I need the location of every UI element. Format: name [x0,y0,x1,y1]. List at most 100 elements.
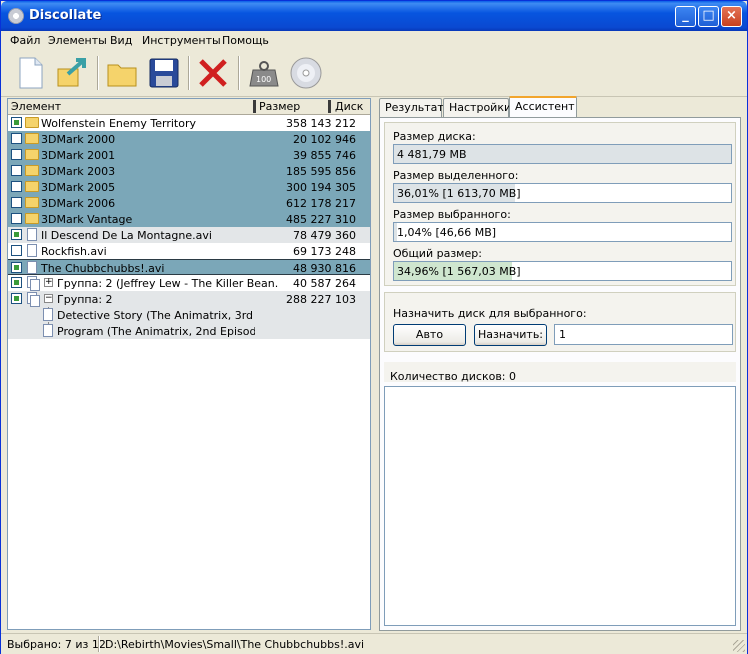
folder-icon [25,213,39,224]
app-window: Discollate _ □ × Файл Элементы Вид Инстр… [0,0,748,654]
column-element[interactable]: Элемент [11,100,61,113]
column-size[interactable]: Размер [259,100,300,113]
chosen-size-label: Размер выбранного: [393,208,511,221]
checkbox[interactable] [11,213,22,224]
minimize-button[interactable]: _ [675,6,696,27]
window-title: Discollate [29,8,102,23]
row-size: 185 595 856 [286,165,356,178]
list-row[interactable]: + Группа: 2 (Jeffrey Lew - The Killer Be… [8,275,370,291]
menu-bar: Файл Элементы Вид Инструменты Помощь [1,31,747,50]
list-header: Элемент Размер Диск [8,99,370,115]
checkbox[interactable] [11,181,22,192]
checkbox[interactable] [11,245,22,256]
list-row[interactable]: Wolfenstein Enemy Territory 358 143 212 [8,115,370,131]
checkbox[interactable] [11,165,22,176]
group-icon [27,292,40,307]
row-size: 358 143 212 [286,117,356,130]
row-size: 20 102 946 [293,133,356,146]
row-size: 485 227 310 [286,213,356,226]
status-selected: Выбрано: 7 из 12 [7,638,106,651]
list-row[interactable]: 3DMark 2003 185 595 856 [8,163,370,179]
checkbox[interactable] [11,293,22,304]
checkbox[interactable] [11,133,22,144]
list-row[interactable]: 3DMark 2006 612 178 217 [8,195,370,211]
disk-count-row: Количество дисков: 0 [384,362,736,383]
menu-tools[interactable]: Инструменты [142,34,221,47]
selected-size-label: Размер выделенного: [393,169,519,182]
folder-icon [25,133,39,144]
row-name: 3DMark Vantage [41,213,133,226]
disk-number-input[interactable]: 1 [554,324,733,345]
list-row[interactable]: 3DMark 2000 20 102 946 [8,131,370,147]
row-name: 3DMark 2006 [41,197,116,210]
list-row[interactable]: 3DMark 2005 300 194 305 [8,179,370,195]
new-file-icon[interactable] [13,56,47,90]
selected-size-bar: 36,01% [1 613,70 MB] [393,183,732,203]
export-icon[interactable] [56,56,90,90]
assign-group: Назначить диск для выбранного: Авто Назн… [384,292,736,352]
assign-button[interactable]: Назначить: [474,324,547,346]
row-name: The Chubbchubbs!.avi [41,262,165,275]
maximize-button[interactable]: □ [698,6,719,27]
disk-size-bar: 4 481,79 MB [393,144,732,164]
element-list[interactable]: Элемент Размер Диск Wolfenstein Enemy Te… [7,98,371,630]
row-name: 3DMark 2001 [41,149,116,162]
list-row-child[interactable]: Program (The Animatrix, 2nd Episode).mc [8,323,370,339]
row-name: 3DMark 2000 [41,133,116,146]
save-icon[interactable] [147,56,181,90]
svg-text:100: 100 [256,75,271,84]
title-bar[interactable]: Discollate _ □ × [1,1,747,31]
resize-grip[interactable] [733,640,745,652]
row-size: 39 855 746 [293,149,356,162]
list-row[interactable]: 3DMark Vantage 485 227 310 [8,211,370,227]
selected-size-value: 36,01% [1 613,70 MB] [397,187,521,200]
tab-result[interactable]: Результат [379,98,444,117]
list-row-child[interactable]: Detective Story (The Animatrix, 3rd Epis… [8,307,370,323]
row-name: Группа: 2 [57,293,113,306]
checkbox[interactable] [11,117,22,128]
checkbox[interactable] [11,277,22,288]
file-icon [27,261,37,274]
tab-settings[interactable]: Настройки [443,98,511,117]
row-name: 3DMark 2005 [41,181,116,194]
checkbox[interactable] [11,149,22,160]
list-row[interactable]: 3DMark 2001 39 855 746 [8,147,370,163]
folder-icon [25,165,39,176]
folder-icon [25,149,39,160]
list-row-current[interactable]: The Chubbchubbs!.avi 48 930 816 [8,259,370,275]
checkbox[interactable] [11,262,22,273]
total-size-value: 34,96% [1 567,03 MB] [397,265,521,278]
disk-list-area[interactable] [384,386,736,626]
row-name: Il Descend De La Montagne.avi [41,229,212,242]
tab-assistant[interactable]: Ассистент [509,96,577,118]
disc-icon[interactable] [289,56,323,90]
row-size: 69 173 248 [293,245,356,258]
checkbox[interactable] [11,229,22,240]
column-disk[interactable]: Диск [335,100,363,113]
checkbox[interactable] [11,197,22,208]
menu-file[interactable]: Файл [10,34,40,47]
expand-toggle[interactable]: + [44,278,53,287]
delete-icon[interactable] [196,56,230,90]
list-row[interactable]: − Группа: 2 288 227 103 [8,291,370,307]
menu-view[interactable]: Вид [110,34,132,47]
open-folder-icon[interactable] [105,56,139,90]
close-button[interactable]: × [721,6,742,27]
row-name: Detective Story (The Animatrix, 3rd Epis… [57,309,255,322]
total-size-bar: 34,96% [1 567,03 MB] [393,261,732,281]
toolbar: 100 [1,50,747,97]
assign-label: Назначить диск для выбранного: [393,307,587,320]
disk-size-label: Размер диска: [393,130,476,143]
weight-icon[interactable]: 100 [247,56,281,90]
group-icon [27,276,40,291]
menu-help[interactable]: Помощь [222,34,269,47]
row-size: 78 479 360 [293,229,356,242]
row-size: 612 178 217 [286,197,356,210]
auto-button[interactable]: Авто [393,324,466,346]
list-row[interactable]: Il Descend De La Montagne.avi 78 479 360 [8,227,370,243]
list-row[interactable]: Rockfish.avi 69 173 248 [8,243,370,259]
folder-icon [25,117,39,128]
menu-items[interactable]: Элементы [48,34,107,47]
chosen-size-value: 1,04% [46,66 MB] [397,226,497,239]
collapse-toggle[interactable]: − [44,294,53,303]
